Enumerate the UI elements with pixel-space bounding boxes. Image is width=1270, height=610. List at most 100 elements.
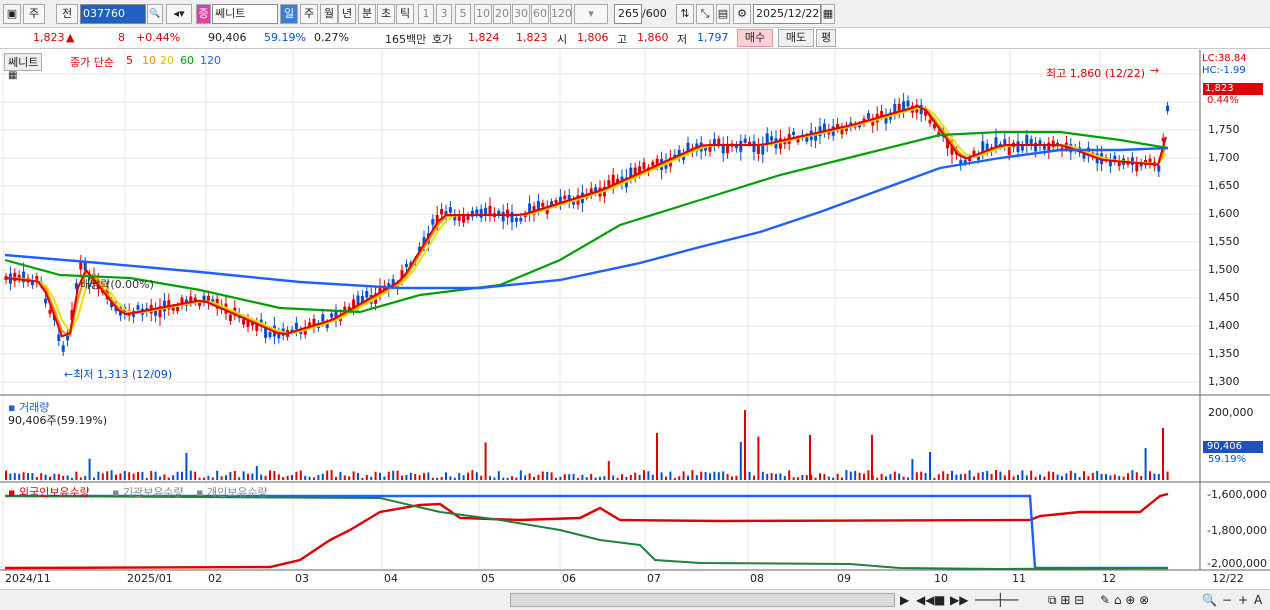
buy-button[interactable]: 매수 — [737, 29, 773, 47]
search-icon[interactable]: 🔍 — [147, 4, 163, 24]
ma120-label[interactable]: 120 — [200, 54, 221, 67]
price-panel-title[interactable]: 쎄니트 — [4, 53, 43, 71]
period-day-select[interactable]: 주 — [23, 4, 45, 24]
tool-icon[interactable]: ⇅ — [676, 4, 694, 24]
period-tick-button[interactable]: 틱 — [396, 4, 414, 24]
interval-60[interactable]: 60 — [531, 4, 549, 24]
chart-tools-icon[interactable]: ⧉ ⊞ ⊟ — [1048, 593, 1084, 608]
foreign-holding-label[interactable]: ▪ 외국인보유수량 — [8, 484, 90, 500]
scrollbar-track[interactable] — [510, 593, 895, 607]
count-input[interactable]: 265 — [614, 4, 642, 24]
volume-bar — [251, 473, 254, 480]
volume-bar — [181, 471, 183, 480]
volume-bar — [330, 470, 333, 480]
candle-body — [510, 212, 514, 223]
date-input[interactable]: 2025/12/22 — [753, 4, 821, 24]
ma60-label[interactable]: 60 — [180, 54, 194, 67]
candle-body — [1166, 105, 1170, 112]
ma5-label[interactable]: 5 — [126, 54, 133, 67]
stock-name-input[interactable]: 쎄니트 — [212, 4, 278, 24]
volume-bar — [13, 473, 16, 480]
volume-bar — [1100, 473, 1103, 480]
interval-5[interactable]: 5 — [455, 4, 471, 24]
interval-20[interactable]: 20 — [493, 4, 511, 24]
volume-bar — [1157, 474, 1160, 480]
ma20-label[interactable]: 20 — [160, 54, 174, 67]
volume-bar — [612, 475, 615, 480]
plus-icon[interactable]: + — [1238, 593, 1248, 607]
speaker-icon[interactable]: ◂▾ — [166, 4, 192, 24]
x-tick: 03 — [295, 572, 309, 585]
volume-bar — [1061, 476, 1063, 480]
prev-button[interactable]: 전 — [56, 4, 78, 24]
grid-icon[interactable]: ▦ — [8, 70, 17, 81]
volume-bar — [1105, 474, 1107, 480]
volume-bar — [379, 472, 381, 480]
candle-body — [479, 209, 483, 218]
volume-bars — [5, 410, 1169, 480]
volume-bar — [255, 466, 258, 480]
inst-holding-label[interactable]: ▪ 기관보유수량 — [112, 484, 184, 500]
x-tick: 11 — [1012, 572, 1026, 585]
volume-bar — [713, 471, 716, 480]
zoom-out-icon[interactable]: 🔍 — [1202, 593, 1217, 607]
gear-icon[interactable]: ⚙ — [733, 4, 751, 24]
font-size-icon[interactable]: A — [1254, 593, 1262, 607]
minus-icon[interactable]: − — [1222, 593, 1232, 607]
drawing-tools-icon[interactable]: ✎ ⌂ ⊕ ⊗ — [1100, 593, 1149, 607]
volume-bar — [955, 474, 958, 480]
volume-bar — [374, 471, 377, 480]
ma10-label[interactable]: 10 — [142, 54, 156, 67]
volume-bar — [709, 473, 711, 480]
volume-bar — [902, 476, 905, 480]
play-icon[interactable]: ▶ — [900, 593, 909, 607]
candle-body — [440, 209, 444, 215]
volume-bar — [687, 475, 689, 480]
interval-3[interactable]: 3 — [436, 4, 452, 24]
interval-30[interactable]: 30 — [512, 4, 530, 24]
volume-bar — [673, 477, 676, 480]
save-icon[interactable]: ▤ — [716, 4, 730, 24]
eval-button[interactable]: 평 — [816, 29, 836, 47]
period-year-button[interactable]: 년 — [338, 4, 356, 24]
ask-label: 호가 — [432, 33, 453, 46]
volume-bar — [722, 471, 725, 480]
volume-bar — [1149, 471, 1151, 480]
draw-icon[interactable]: ⤡ — [696, 4, 714, 24]
interval-10[interactable]: 10 — [474, 4, 492, 24]
indiv-holding-label[interactable]: ▪ 개인보유수량 — [196, 484, 268, 500]
ma20-line — [5, 106, 1167, 334]
volume-bar — [849, 471, 852, 480]
volume-bar — [18, 473, 21, 480]
sell-button[interactable]: 매도 — [778, 29, 814, 47]
calendar-icon[interactable]: ▦ — [821, 4, 835, 24]
forward-icon[interactable]: ▶▶ — [950, 593, 968, 607]
hold-y-tick: -1,600,000 — [1207, 488, 1267, 501]
volume-bar — [233, 471, 236, 480]
stock-code-input[interactable]: 037760 — [80, 4, 146, 24]
candle-body — [242, 319, 246, 325]
y-tick: 1,450 — [1208, 291, 1240, 304]
period-min-button[interactable]: 분 — [358, 4, 376, 24]
zoom-slider[interactable]: ───┼── — [975, 593, 1018, 607]
volume-bar — [110, 470, 113, 480]
volume-bar — [1096, 471, 1099, 480]
period-week-button[interactable]: 주 — [300, 4, 318, 24]
interval-1[interactable]: 1 — [418, 4, 434, 24]
ma120-line — [4, 146, 1169, 290]
volume-bar — [269, 470, 271, 480]
ma-title[interactable]: 종가 단순 — [70, 54, 114, 70]
window-icon[interactable]: ▣ — [3, 4, 21, 24]
vol-y-tick: 200,000 — [1208, 406, 1254, 419]
interval-120[interactable]: 120 — [550, 4, 572, 24]
volume-bar — [343, 475, 346, 480]
stop-icon[interactable]: ■ — [934, 593, 945, 607]
rewind-icon[interactable]: ◀◀ — [916, 593, 934, 607]
interval-dropdown[interactable]: ▾ — [574, 4, 608, 24]
volume-bar — [22, 472, 25, 480]
volume-bar — [876, 477, 879, 480]
period-sec-button[interactable]: 초 — [377, 4, 395, 24]
chart-area[interactable]: 쎄니트 종가 단순 5 10 20 60 120 ▦ LC:38.84 HC:-… — [0, 50, 1270, 590]
period-month-button[interactable]: 월 — [320, 4, 338, 24]
period-day-button[interactable]: 일 — [280, 4, 298, 24]
